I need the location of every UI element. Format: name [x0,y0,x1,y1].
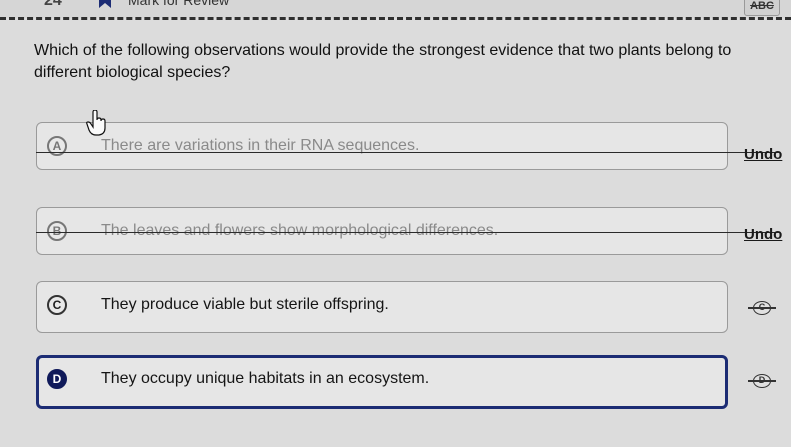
choice-text: The leaves and flowers show morphologica… [101,222,499,239]
choice-d[interactable]: D They occupy unique habitats in an ecos… [36,355,728,409]
choice-letter-badge: C [47,295,67,315]
eliminate-strike-icon [748,380,776,382]
choice-text: They occupy unique habitats in an ecosys… [101,370,430,387]
choice-letter-badge: B [47,221,67,241]
choice-a[interactable]: A There are variations in their RNA sequ… [36,122,728,170]
question-number: 24 [44,0,62,9]
choice-text: They produce viable but sterile offsprin… [101,296,389,313]
question-text: Which of the following observations woul… [34,42,732,81]
choice-letter-badge: A [47,136,67,156]
choice-c[interactable]: C They produce viable but sterile offspr… [36,281,728,333]
header-divider [0,17,791,20]
choice-b[interactable]: B The leaves and flowers show morphologi… [36,207,728,255]
undo-button-b[interactable]: Undo [744,226,782,243]
bookmark-icon[interactable] [98,0,112,8]
mark-for-review-button[interactable]: Mark for Review [128,0,229,8]
strikethrough-line [36,232,780,233]
choice-letter-badge: D [47,369,67,389]
undo-button-a[interactable]: Undo [744,146,782,163]
eliminate-strike-icon [748,307,776,309]
hand-cursor-icon [86,110,106,136]
strikethrough-line [36,152,780,153]
top-bar: 24 Mark for Review ABC [0,0,791,18]
answer-eliminator-toggle[interactable]: ABC [744,0,780,16]
